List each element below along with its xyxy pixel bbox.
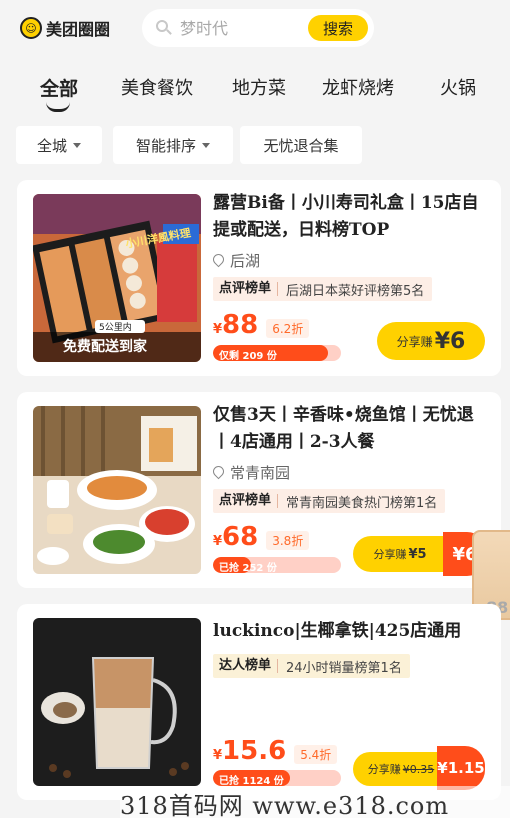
- share-earn-button[interactable]: 分享赚 ¥5: [353, 536, 447, 572]
- location-pin-icon: [210, 251, 227, 268]
- top-bar: ☺ 美团圈圈 搜索: [0, 0, 510, 56]
- share-amount-badge[interactable]: ¥1.15: [437, 746, 485, 790]
- search-input[interactable]: [180, 18, 300, 38]
- deal-location: 后湖: [210, 250, 261, 271]
- tab-food[interactable]: 美食餐饮: [121, 74, 193, 100]
- filter-city-label: 全城: [36, 136, 67, 155]
- share-label: 分享赚: [367, 763, 401, 776]
- location-pin-icon: [210, 463, 227, 480]
- share-amount: ¥6: [434, 328, 466, 354]
- deal-image-coffee[interactable]: [33, 618, 201, 786]
- price-value: 68: [222, 522, 259, 552]
- tab-local-cuisine[interactable]: 地方菜: [232, 74, 286, 100]
- tab-all[interactable]: 全部: [40, 74, 78, 101]
- stock-text: 已抢 1124 份: [219, 776, 284, 786]
- discount-badge: 3.8折: [266, 531, 310, 550]
- share-earn-button[interactable]: 分享赚 ¥0.35: [353, 752, 449, 786]
- rank-badge[interactable]: 点评榜单 后湖日本菜好评榜第5名: [213, 277, 433, 301]
- filter-city[interactable]: 全城: [16, 126, 102, 164]
- rank-badge[interactable]: 点评榜单 常青南园美食热门榜第1名: [213, 489, 446, 513]
- rank-tag: 达人榜单: [213, 659, 279, 673]
- deal-card[interactable]: 仅售3天丨辛香味•烧鱼馆丨无忧退丨4店通用丨2-3人餐 常青南园 点评榜单 常青…: [17, 392, 501, 588]
- discount-badge: 6.2折: [266, 319, 310, 338]
- stock-progress: 已抢 1124 份: [213, 770, 341, 786]
- brand-name: 美团圈圈: [46, 20, 111, 39]
- filter-refund-label: 无忧退合集: [263, 136, 339, 155]
- currency-symbol: ¥: [213, 322, 223, 337]
- watermark: 318首码网 www.e318.com: [120, 786, 510, 818]
- tab-crayfish-bbq[interactable]: 龙虾烧烤: [322, 74, 394, 100]
- brand-logo[interactable]: ☺ 美团圈圈: [20, 16, 110, 40]
- stock-text: 仅剩 209 份: [219, 351, 277, 361]
- price-value: 88: [222, 310, 259, 340]
- deal-title[interactable]: luckinco|生椰拿铁|425店通用: [213, 618, 483, 645]
- filter-worry-free-refund[interactable]: 无忧退合集: [240, 126, 362, 164]
- deal-price: ¥ 15.6 5.4折: [213, 736, 338, 766]
- deal-card[interactable]: luckinco|生椰拿铁|425店通用 达人榜单 24小时销量榜第1名 ¥ 1…: [17, 604, 501, 800]
- caret-down-icon: [202, 142, 210, 148]
- share-amount: ¥1.15: [437, 759, 485, 777]
- currency-symbol: ¥: [213, 748, 223, 763]
- stock-progress: 仅剩 209 份: [213, 345, 341, 361]
- search-bar[interactable]: 搜索: [142, 9, 374, 47]
- search-button[interactable]: 搜索: [308, 15, 368, 41]
- thumb-range-text: 5公里内: [99, 323, 132, 333]
- deal-title[interactable]: 仅售3天丨辛香味•烧鱼馆丨无忧退丨4店通用丨2-3人餐: [213, 402, 483, 456]
- category-tabs: 全部 美食餐饮 地方菜 龙虾烧烤 火锅: [0, 74, 510, 114]
- rank-text: 常青南园美食热门榜第1名: [286, 495, 438, 511]
- discount-badge: 5.4折: [294, 745, 338, 764]
- search-icon: [156, 20, 172, 36]
- deal-title[interactable]: 露营Bi备丨小川寿司礼盒丨15店自提或配送，日料榜TOP: [213, 190, 483, 244]
- rank-text: 24小时销量榜第1名: [286, 660, 402, 676]
- share-label: 分享赚: [396, 334, 433, 349]
- share-label: 分享赚: [373, 548, 407, 561]
- deal-location: 常青南园: [210, 462, 291, 483]
- filter-sort-label: 智能排序: [135, 136, 196, 155]
- location-label: 常青南园: [230, 464, 291, 482]
- rank-tag: 点评榜单: [213, 282, 279, 296]
- price-value: 15.6: [222, 736, 287, 766]
- share-earn-button[interactable]: 分享赚 ¥6: [377, 322, 485, 360]
- rank-text: 后湖日本菜好评榜第5名: [286, 283, 425, 299]
- share-amount-small: ¥5: [408, 546, 427, 562]
- deal-price: ¥ 68 3.8折: [213, 522, 310, 552]
- currency-symbol: ¥: [213, 534, 223, 549]
- caret-down-icon: [73, 142, 81, 148]
- tab-hotpot[interactable]: 火锅: [440, 74, 476, 100]
- deal-price: ¥ 88 6.2折: [213, 310, 310, 340]
- location-label: 后湖: [230, 252, 261, 270]
- deal-image-fish[interactable]: [33, 406, 201, 574]
- deal-image-sushi[interactable]: 小川洋風料理 5公里内 免费配送到家: [33, 194, 201, 362]
- active-tab-indicator: [46, 102, 70, 112]
- rank-tag: 点评榜单: [213, 494, 279, 508]
- rank-badge[interactable]: 达人榜单 24小时销量榜第1名: [213, 654, 410, 678]
- stock-text: 已抢 252 份: [219, 563, 277, 573]
- deal-card[interactable]: 小川洋風料理 5公里内 免费配送到家 露营Bi备丨小川寿司礼盒丨15店自提或配送…: [17, 180, 501, 376]
- stock-progress: 已抢 252 份: [213, 557, 341, 573]
- filter-sort[interactable]: 智能排序: [113, 126, 233, 164]
- thumb-delivery-text: 免费配送到家: [63, 339, 147, 355]
- smile-logo-icon: ☺: [20, 17, 42, 39]
- share-amount-original: ¥0.35: [402, 762, 435, 776]
